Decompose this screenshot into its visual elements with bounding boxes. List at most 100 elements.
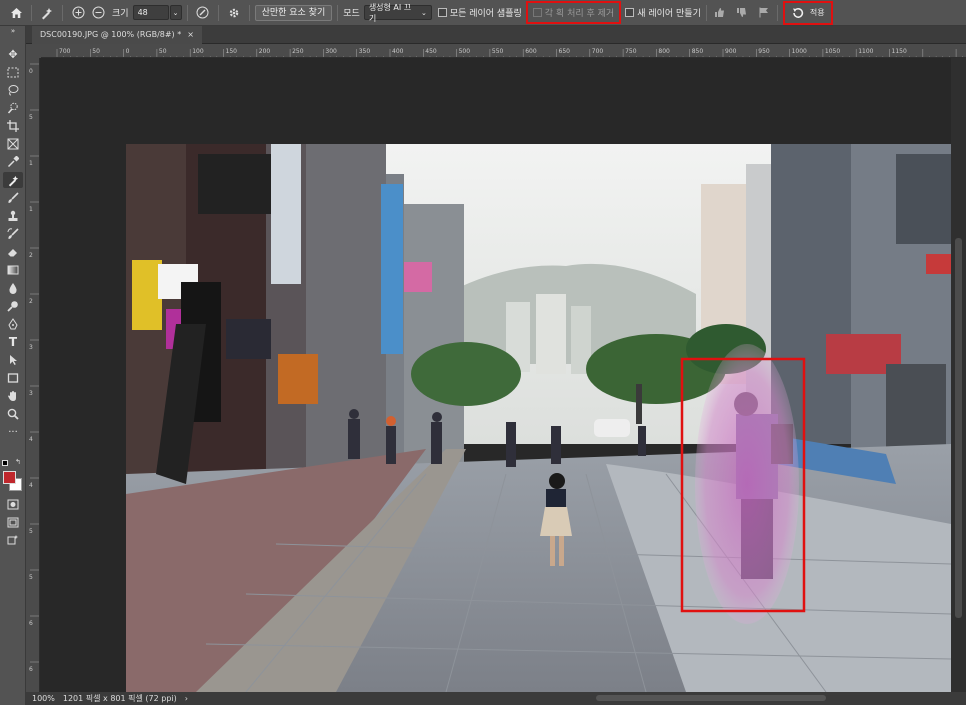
- gear-icon[interactable]: [224, 3, 244, 23]
- type-tool-icon[interactable]: T: [3, 334, 23, 350]
- ruler-label: 600: [525, 48, 537, 55]
- street-photo: [126, 144, 951, 692]
- screen-mode-icon[interactable]: [3, 514, 23, 530]
- foreground-color-swatch[interactable]: [3, 471, 16, 484]
- brush-tool-icon[interactable]: [3, 190, 23, 206]
- ruler-label: 4: [29, 482, 33, 489]
- ruler-label: 1: [29, 206, 33, 213]
- mode-label: 모드: [343, 9, 360, 19]
- minus-circle-icon[interactable]: [88, 3, 108, 23]
- divider: [186, 4, 188, 21]
- ruler-label: 300: [325, 48, 337, 55]
- clone-stamp-tool-icon[interactable]: [3, 208, 23, 224]
- horizontal-scrollbar-thumb[interactable]: [595, 695, 826, 701]
- document-tab-title: DSC00190.JPG @ 100% (RGB/8#) *: [40, 30, 182, 39]
- new-layer-option: 새 레이어 만들기: [625, 6, 701, 19]
- document-info[interactable]: 1201 픽셀 x 801 픽셀 (72 ppi): [63, 693, 177, 704]
- apply-controls: 적용: [782, 0, 833, 25]
- thumbs-down-icon[interactable]: [734, 3, 750, 23]
- vertical-ruler[interactable]: 0 5 1 1 2 2 3 3 4 4 5 5 6 6: [26, 58, 40, 693]
- ruler-label: 5: [29, 574, 33, 581]
- quick-selection-tool-icon[interactable]: [3, 100, 23, 116]
- ruler-label: 200: [259, 48, 271, 55]
- flag-icon[interactable]: [756, 3, 772, 23]
- vertical-scrollbar-thumb[interactable]: [955, 238, 962, 618]
- collapse-toolbar-icon[interactable]: »: [3, 26, 23, 36]
- remove-tool-icon[interactable]: [37, 3, 57, 23]
- sample-all-layers-checkbox[interactable]: [437, 8, 447, 17]
- chevron-down-icon: ⌄: [172, 8, 179, 17]
- hand-tool-icon[interactable]: [3, 388, 23, 404]
- history-brush-tool-icon[interactable]: [3, 226, 23, 242]
- mode-dropdown[interactable]: 생성형 AI 끄기 ⌄: [363, 3, 432, 23]
- swap-colors-icon[interactable]: ↰: [15, 458, 21, 466]
- canvas-area[interactable]: [41, 58, 951, 692]
- document-tab-bar: DSC00190.JPG @ 100% (RGB/8#) * ×: [26, 26, 966, 44]
- remove-after-each-stroke-label: 각 획 처리 후 제거: [544, 9, 615, 19]
- ruler-label: 3: [29, 344, 33, 351]
- move-tool-icon[interactable]: ✥: [3, 46, 23, 62]
- size-value: 48: [137, 8, 148, 17]
- remove-after-each-stroke-checkbox[interactable]: [532, 8, 542, 17]
- blur-tool-icon[interactable]: [3, 280, 23, 296]
- ruler-label: 0: [126, 48, 130, 55]
- apply-button[interactable]: 적용: [810, 7, 825, 18]
- ruler-label: 3: [29, 390, 33, 397]
- options-bar: 크기 48 ⌄ 산만한 요소 찾기 모드 생성형 AI 끄기 ⌄ 모든 레이어 …: [0, 0, 966, 26]
- ruler-label: 1050: [825, 48, 840, 55]
- vertical-ruler-ticks: 0 5 1 1 2 2 3 3 4 4 5 5 6 6: [29, 63, 39, 673]
- size-dropdown-button[interactable]: ⌄: [169, 5, 182, 20]
- default-colors-icon[interactable]: [2, 460, 8, 466]
- ruler-label: 950: [758, 48, 770, 55]
- home-icon[interactable]: [6, 3, 26, 23]
- gradient-tool-icon[interactable]: [3, 262, 23, 278]
- eraser-tool-icon[interactable]: [3, 244, 23, 260]
- horizontal-ruler[interactable]: 700 50 0 50 100 150 200 250 300 350 400 450 500 550 60…: [41, 44, 966, 58]
- dodge-tool-icon[interactable]: [3, 298, 23, 314]
- document-image[interactable]: [126, 144, 951, 692]
- ruler-label: 1150: [892, 48, 907, 55]
- size-label: 크기: [112, 9, 129, 19]
- path-selection-tool-icon[interactable]: [3, 352, 23, 368]
- more-tools-icon[interactable]: ···: [3, 424, 23, 440]
- ruler-label: 450: [425, 48, 437, 55]
- plus-circle-icon[interactable]: [68, 3, 88, 23]
- ruler-corner: [26, 44, 41, 58]
- mode-value: 생성형 AI 끄기: [368, 2, 412, 23]
- ruler-label: 500: [459, 48, 471, 55]
- divider: [217, 4, 219, 21]
- toolbar: » ✥ T ··· ↰: [0, 26, 26, 705]
- marquee-tool-icon[interactable]: [3, 64, 23, 80]
- frame-tool-icon[interactable]: [3, 136, 23, 152]
- eyedropper-tool-icon[interactable]: [3, 154, 23, 170]
- undo-arrow-icon[interactable]: [791, 7, 804, 19]
- status-arrow[interactable]: ›: [185, 694, 188, 703]
- generative-fill-icon[interactable]: [3, 532, 23, 548]
- crop-tool-icon[interactable]: [3, 118, 23, 134]
- ruler-label: 700: [592, 48, 604, 55]
- divider: [62, 4, 63, 21]
- lasso-tool-icon[interactable]: [3, 82, 23, 98]
- pen-tool-icon[interactable]: [3, 316, 23, 332]
- new-layer-checkbox[interactable]: [625, 8, 635, 17]
- ruler-label: 350: [359, 48, 371, 55]
- ruler-label: 1000: [792, 48, 807, 55]
- vertical-scrollbar[interactable]: [951, 58, 966, 692]
- size-field[interactable]: 48: [132, 5, 169, 20]
- ruler-label: 1100: [858, 48, 873, 55]
- remove-tool-icon[interactable]: [3, 172, 23, 188]
- horizontal-scrollbar[interactable]: [196, 692, 966, 705]
- pressure-icon[interactable]: [193, 3, 213, 23]
- sample-all-layers-label: 모든 레이어 샘플링: [449, 9, 522, 19]
- divider: [248, 4, 250, 21]
- status-bar: 100% 1201 픽셀 x 801 픽셀 (72 ppi) ›: [26, 692, 966, 705]
- find-distractions-button[interactable]: 산만한 요소 찾기: [254, 4, 333, 21]
- thumbs-up-icon[interactable]: [712, 3, 728, 23]
- zoom-tool-icon[interactable]: [3, 406, 23, 422]
- rectangle-tool-icon[interactable]: [3, 370, 23, 386]
- ruler-label: 150: [226, 48, 238, 55]
- document-tab[interactable]: DSC00190.JPG @ 100% (RGB/8#) * ×: [32, 26, 202, 44]
- quick-mask-icon[interactable]: [3, 496, 23, 512]
- zoom-level[interactable]: 100%: [32, 694, 55, 703]
- close-icon[interactable]: ×: [187, 26, 194, 44]
